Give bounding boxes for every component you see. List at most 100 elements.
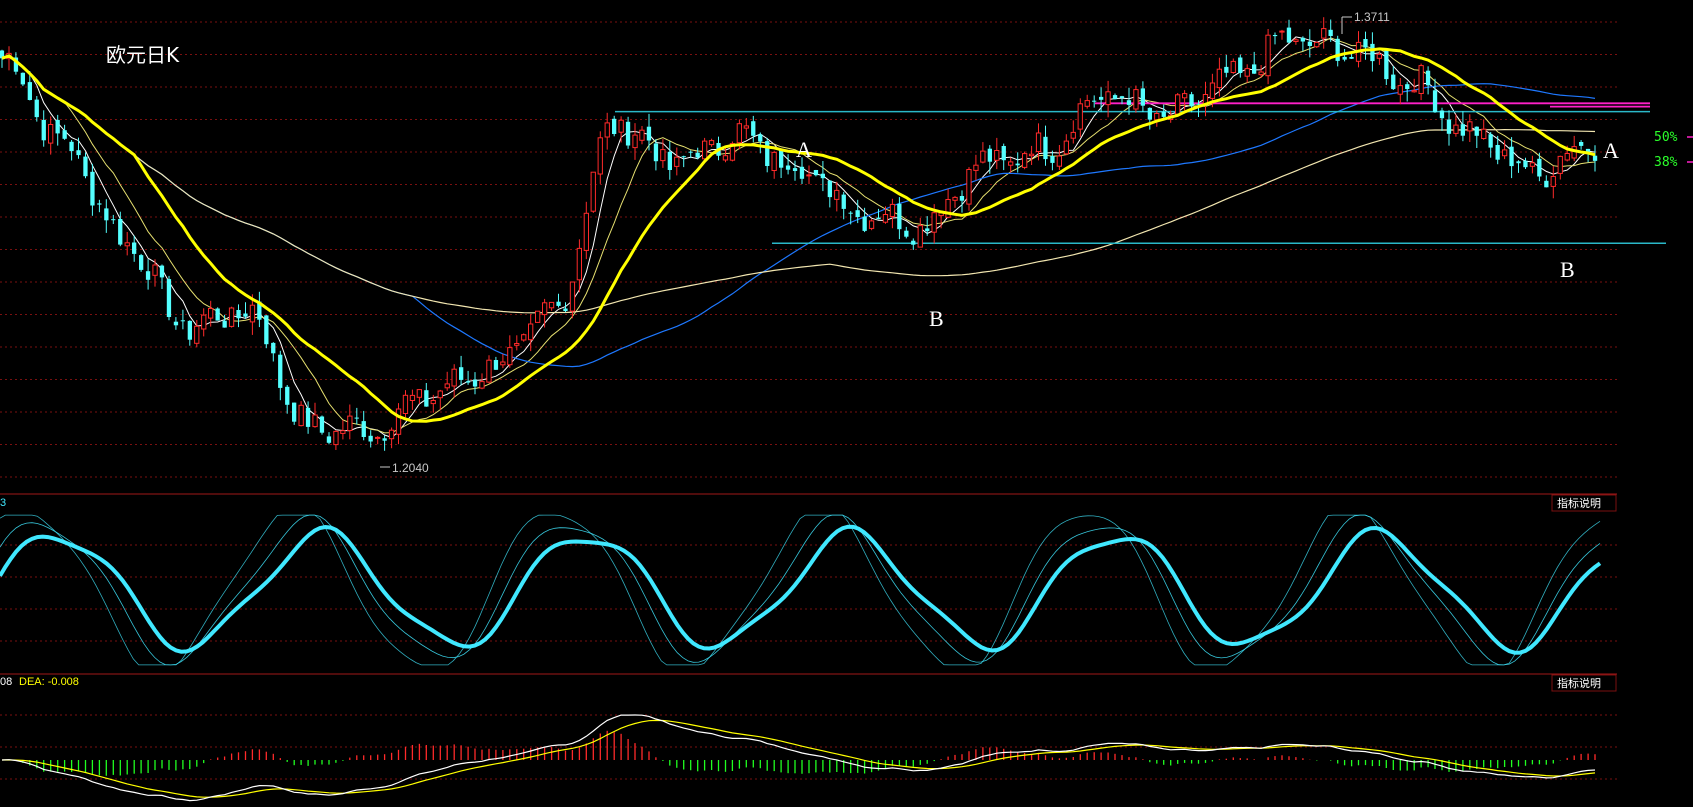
candle-body <box>1244 68 1250 77</box>
candle-body <box>145 271 151 280</box>
candle-body <box>1544 180 1549 188</box>
candle-body <box>911 240 916 245</box>
macd-dea-label: DEA: -0.008 <box>19 676 79 688</box>
candle-body <box>612 118 617 134</box>
candle-body <box>882 214 889 223</box>
candle-body <box>1224 66 1229 73</box>
candle-body <box>514 343 520 346</box>
candle-body <box>69 141 74 152</box>
candle-body <box>228 307 235 327</box>
candle-body <box>340 430 346 434</box>
candle-body <box>430 400 436 405</box>
candle-body <box>298 404 304 427</box>
kdj-help-button[interactable]: 指标说明 <box>1551 494 1617 512</box>
candle-body <box>688 151 693 153</box>
candle-body <box>904 230 909 237</box>
macd-dif-line <box>1 714 1596 802</box>
candle-body <box>1056 155 1062 167</box>
candle-body <box>1495 145 1500 160</box>
candle-body <box>820 173 825 179</box>
candle-body <box>194 325 200 344</box>
candle-body <box>792 168 798 171</box>
candle-body <box>1537 158 1542 177</box>
candle-body <box>785 165 791 170</box>
candle-body <box>1147 107 1152 120</box>
candle-body <box>333 430 339 446</box>
candle-body <box>563 308 568 311</box>
candle-body <box>20 72 25 85</box>
candle-body <box>48 124 54 144</box>
price-high-label: 1.3711 <box>1354 10 1390 24</box>
candle-body <box>674 156 680 167</box>
candle-body <box>459 367 464 380</box>
candle-body <box>41 119 46 141</box>
candle-body <box>354 417 359 419</box>
candle-body <box>855 210 860 217</box>
candle-body <box>639 129 645 141</box>
candle-body <box>973 164 979 171</box>
candle-body <box>1529 162 1536 167</box>
candle-body <box>111 219 116 221</box>
candle-body <box>1001 146 1006 161</box>
candle-body <box>1182 93 1188 99</box>
candle-body <box>1105 91 1111 106</box>
kdj-indicator <box>0 514 1602 666</box>
grid-lines <box>0 21 1617 780</box>
candle-body <box>625 121 631 146</box>
candle-body <box>925 228 930 232</box>
candle-body <box>1286 27 1292 43</box>
candle-body <box>917 225 923 248</box>
candle-body <box>1133 89 1139 110</box>
candle-body <box>1523 160 1528 168</box>
candle-body <box>395 408 402 435</box>
candle-body <box>1258 71 1264 76</box>
candle-body <box>876 217 881 220</box>
candle-body <box>180 320 185 322</box>
candle-body <box>708 140 715 146</box>
candle-body <box>424 390 429 407</box>
candle-body <box>1140 88 1145 106</box>
candle-body <box>1432 90 1438 113</box>
candle-body <box>646 126 652 141</box>
candle-body <box>486 359 492 383</box>
candle-body <box>326 436 332 443</box>
chart-canvas: 欧元日K A B A B 50% 38% 1.3711 1.2040 3 指标说… <box>0 10 1693 802</box>
candle-body <box>702 140 708 160</box>
candle-body <box>994 150 1000 161</box>
candle-body <box>827 180 832 198</box>
candle-body <box>1349 57 1354 59</box>
candle-body <box>1112 95 1118 100</box>
candle-body <box>862 216 867 231</box>
candle-body <box>465 381 471 383</box>
candle-body <box>1425 70 1431 86</box>
candle-body <box>1077 103 1083 130</box>
candle-body <box>55 119 60 134</box>
candle-body <box>1092 100 1097 102</box>
candle-body <box>1397 85 1403 95</box>
candle-body <box>1321 28 1327 39</box>
macd-help-button[interactable]: 指标说明 <box>1551 674 1617 692</box>
candle-body <box>1084 100 1090 107</box>
candle-body <box>90 171 95 206</box>
candle-body <box>1363 39 1368 48</box>
candle-body <box>980 150 986 163</box>
svg-text:指标说明: 指标说明 <box>1557 496 1601 510</box>
candle-body <box>1293 39 1299 42</box>
macd-dif-label: 08 <box>0 676 12 688</box>
candle-body <box>751 121 756 136</box>
candle-body <box>1509 146 1514 167</box>
candle-body <box>569 281 576 312</box>
candle-body <box>604 122 610 138</box>
candle-body <box>500 361 506 366</box>
candle-body <box>1391 74 1396 90</box>
candle-body <box>848 212 853 214</box>
candle-body <box>62 130 67 139</box>
candle-body <box>959 196 965 201</box>
candle-body <box>97 203 102 205</box>
candle-body <box>548 301 555 309</box>
ma-5-line <box>1 36 1596 438</box>
level-lines <box>615 102 1666 245</box>
candle-body <box>222 320 227 328</box>
candle-body <box>1015 163 1020 166</box>
candle-body <box>1335 38 1340 61</box>
